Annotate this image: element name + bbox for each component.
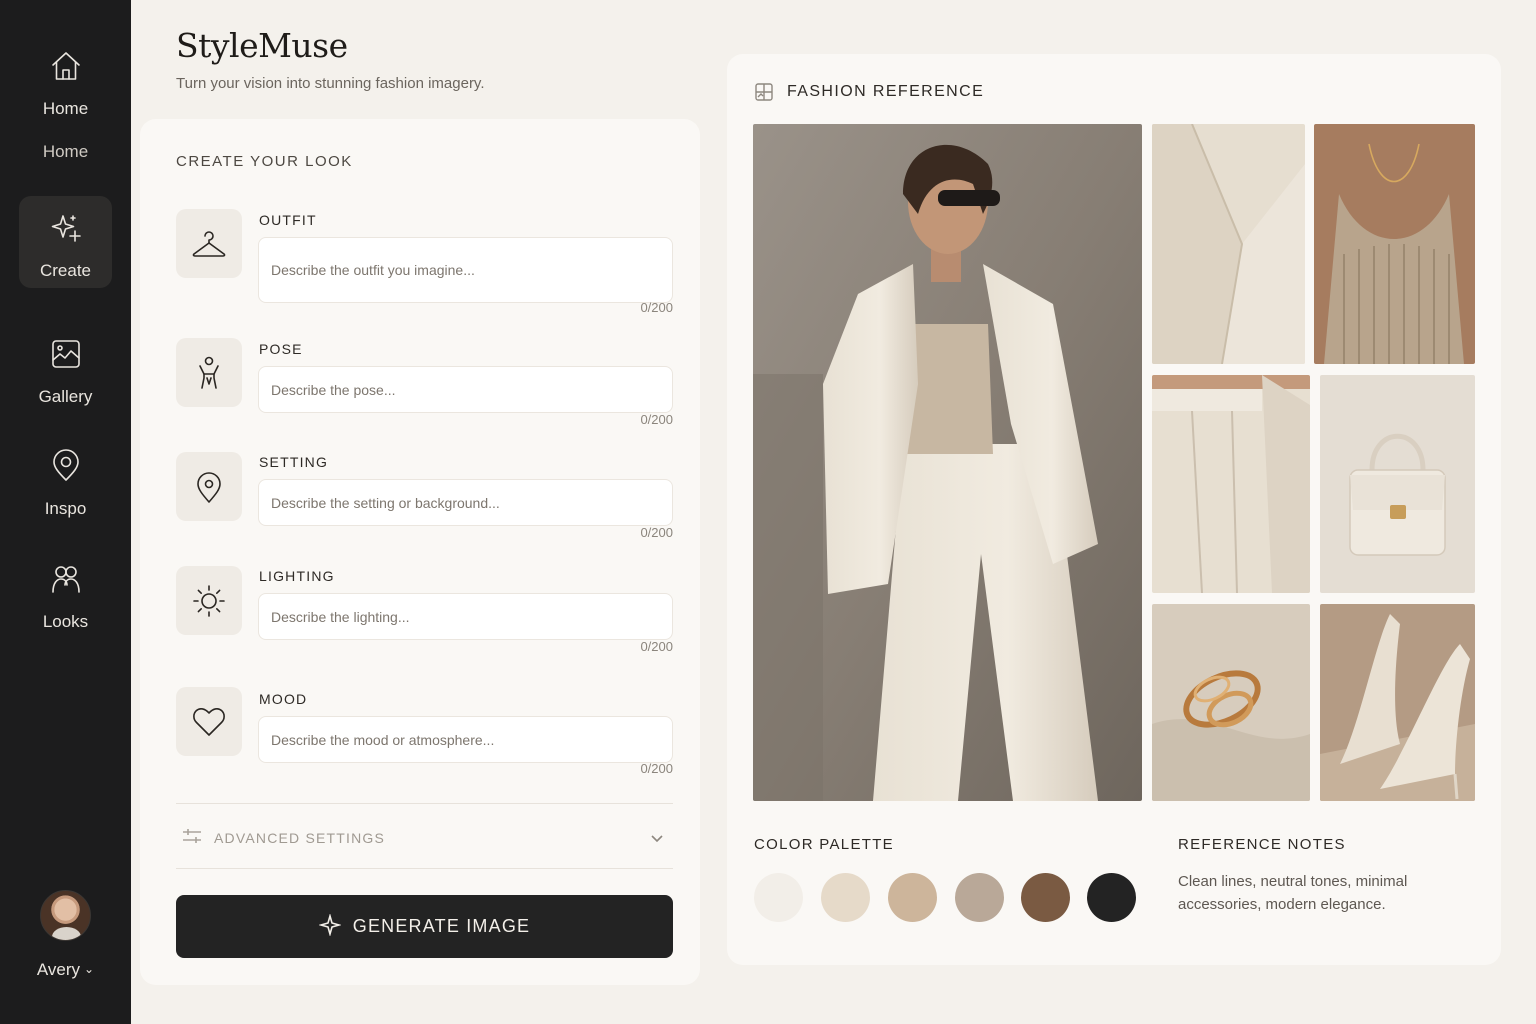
reference-image-handbag[interactable] — [1320, 375, 1475, 593]
color-palette-title: COLOR PALETTE — [754, 836, 894, 853]
section-title: CREATE YOUR LOOK — [176, 153, 353, 170]
generate-image-label: GENERATE IMAGE — [352, 916, 531, 936]
sidebar: Home Home Create Gallery Inspo Looks Ave… — [0, 0, 131, 1024]
sun-icon — [176, 566, 242, 635]
people-icon — [48, 561, 84, 602]
sidebar-item-label: Looks — [42, 612, 89, 631]
sidebar-item-label: Gallery — [38, 387, 93, 406]
setting-label: SETTING — [259, 454, 329, 470]
lighting-char-counter: 0/200 — [640, 639, 673, 654]
divider — [176, 868, 673, 869]
sidebar-item-label: Create — [39, 261, 92, 280]
pose-input[interactable] — [258, 366, 673, 413]
chevron-down-icon: ⌄ — [84, 962, 95, 976]
sidebar-item-label: Inspo — [44, 499, 87, 518]
color-swatch[interactable] — [955, 873, 1004, 922]
sparkle-icon — [48, 210, 84, 251]
color-swatch[interactable] — [821, 873, 870, 922]
setting-input[interactable] — [258, 479, 673, 526]
lighting-label: LIGHTING — [259, 568, 335, 584]
reference-image-blazer[interactable] — [1152, 124, 1305, 364]
divider — [176, 803, 673, 804]
outfit-char-counter: 0/200 — [640, 300, 673, 315]
color-swatch[interactable] — [754, 873, 803, 922]
color-swatch[interactable] — [1087, 873, 1136, 922]
user-name: Avery — [36, 960, 81, 979]
mood-label: MOOD — [259, 691, 308, 707]
mood-char-counter: 0/200 — [640, 761, 673, 776]
avatar[interactable] — [40, 890, 91, 941]
sidebar-secondary-label: Home — [42, 142, 89, 161]
location-pin-icon — [176, 452, 242, 521]
gallery-icon — [48, 336, 84, 377]
sidebar-item-create[interactable]: Create — [19, 196, 112, 288]
pose-char-counter: 0/200 — [640, 412, 673, 427]
sidebar-item-home[interactable]: Home — [19, 48, 112, 128]
sliders-icon — [176, 825, 203, 852]
mood-input[interactable] — [258, 716, 673, 763]
generate-image-button[interactable]: GENERATE IMAGE — [176, 895, 673, 958]
sidebar-item-gallery[interactable]: Gallery — [19, 336, 112, 406]
hanger-icon — [176, 209, 242, 278]
reference-image-knit-top[interactable] — [1314, 124, 1475, 364]
app-tagline: Turn your vision into stunning fashion i… — [176, 75, 485, 92]
heart-icon — [176, 687, 242, 756]
pose-label: POSE — [259, 341, 303, 357]
advanced-settings-label: ADVANCED SETTINGS — [214, 830, 386, 846]
user-menu[interactable]: Avery ⌄ — [0, 960, 131, 980]
reference-image-jewelry[interactable] — [1152, 604, 1310, 801]
home-icon — [48, 48, 84, 89]
reference-notes-title: REFERENCE NOTES — [1178, 836, 1346, 853]
setting-char-counter: 0/200 — [640, 525, 673, 540]
reference-image-trousers[interactable] — [1152, 375, 1310, 593]
reference-notes-text: Clean lines, neutral tones, minimal acce… — [1178, 873, 1408, 913]
app-brand: StyleMuse — [176, 26, 348, 65]
sparkle-icon — [317, 913, 353, 939]
color-swatch[interactable] — [1021, 873, 1070, 922]
outfit-label: OUTFIT — [259, 212, 317, 228]
person-pose-icon — [176, 338, 242, 407]
color-swatch[interactable] — [888, 873, 937, 922]
location-pin-icon — [48, 448, 84, 489]
reference-image-heels[interactable] — [1320, 604, 1475, 801]
moodboard-icon — [754, 82, 774, 102]
lighting-input[interactable] — [258, 593, 673, 640]
sidebar-item-inspo[interactable]: Inspo — [19, 448, 112, 518]
sidebar-item-label: Home — [42, 99, 89, 118]
fashion-reference-title: FASHION REFERENCE — [787, 83, 985, 100]
reference-image-main[interactable] — [753, 124, 1142, 801]
sidebar-item-looks[interactable]: Looks — [19, 561, 112, 631]
outfit-input[interactable] — [258, 237, 673, 303]
advanced-settings-toggle[interactable]: ADVANCED SETTINGS — [176, 822, 673, 854]
